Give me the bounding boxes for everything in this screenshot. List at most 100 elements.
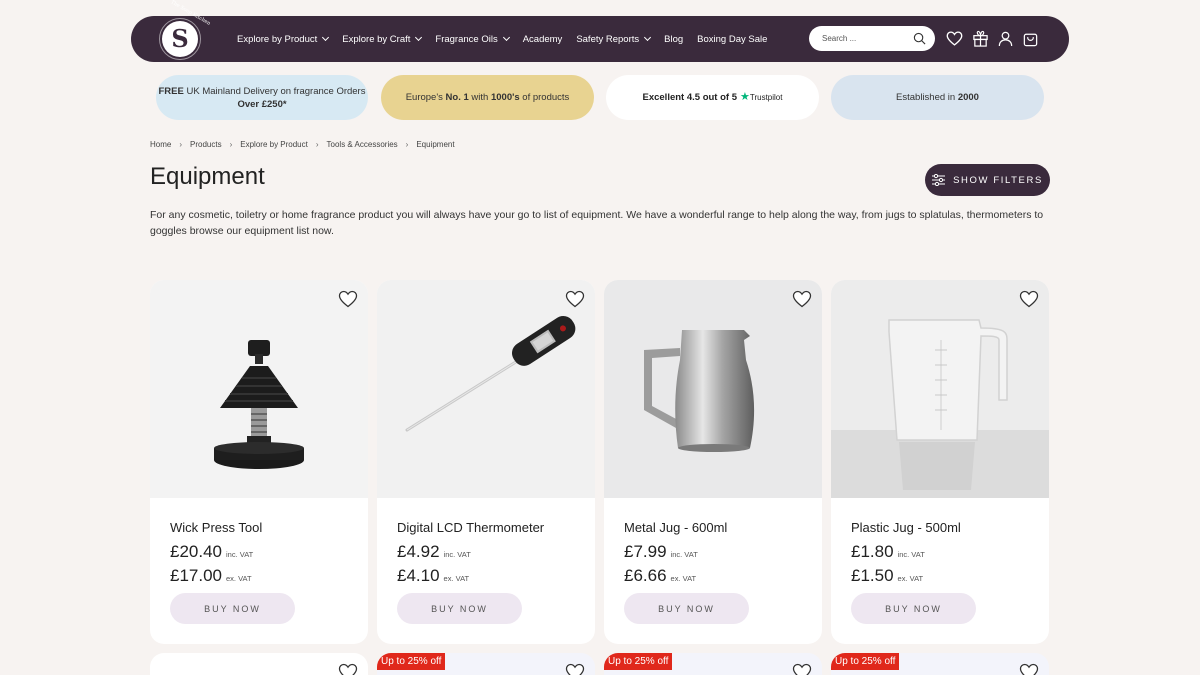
banner-text: UK Mainland Delivery on fragrance Orders [183, 85, 366, 97]
banner-bold-text: 1000's [490, 92, 520, 103]
wishlist-heart-icon[interactable] [338, 290, 358, 308]
product-name[interactable]: Metal Jug - 600ml [624, 520, 727, 535]
product-name[interactable]: Plastic Jug - 500ml [851, 520, 961, 535]
chevron-down-icon [322, 33, 330, 42]
europe-no1-banner[interactable]: Europe's No. 1 with 1000's of products [381, 75, 594, 120]
show-filters-button[interactable]: SHOW FILTERS [925, 164, 1050, 196]
wishlist-heart-icon[interactable] [1019, 290, 1039, 308]
search-input[interactable] [822, 34, 906, 43]
trustpilot-banner[interactable]: Excellent 4.5 out of 5 ★Trustpilot [606, 75, 819, 120]
breadcrumb-equipment: Equipment [416, 140, 455, 149]
product-card-partial[interactable] [150, 653, 368, 675]
price-value: £1.50 [851, 566, 894, 585]
breadcrumb-products[interactable]: Products [190, 140, 222, 149]
buy-now-button[interactable]: BUY NOW [851, 593, 976, 624]
vat-label: ex. VAT [897, 574, 924, 583]
page-title: Equipment [150, 163, 265, 190]
heart-icon[interactable] [946, 30, 963, 47]
category-description: For any cosmetic, toiletry or home fragr… [150, 209, 1044, 237]
breadcrumb: Home › Products › Explore by Product › Tool… [150, 140, 455, 149]
nav-label: Explore by Product [237, 33, 318, 45]
nav-label: Boxing Day Sale [697, 33, 768, 45]
breadcrumb-home[interactable]: Home [150, 140, 171, 149]
vat-label: inc. VAT [897, 550, 925, 559]
trustpilot-logo-text: Trustpilot [749, 93, 783, 102]
nav-explore-by-product[interactable]: Explore by Product [237, 33, 330, 45]
product-card[interactable]: Plastic Jug - 500ml £1.80 inc. VAT £1.50 e… [831, 280, 1049, 644]
user-icon[interactable] [997, 30, 1014, 47]
site-header: The Soap Kitchen S Explore by Product Ex… [131, 0, 1069, 62]
wick-press-image [214, 340, 304, 469]
metal-jug-image [644, 330, 755, 452]
price-value: £6.66 [624, 566, 667, 585]
sale-badge: Up to 25% off [604, 653, 673, 670]
breadcrumb-explore-by-product[interactable]: Explore by Product [240, 140, 308, 149]
nav-blog[interactable]: Blog [664, 34, 683, 45]
product-image[interactable] [604, 280, 822, 498]
price-inc-vat: £1.80 inc. VAT [851, 542, 925, 562]
product-card-partial[interactable]: Up to 25% off [831, 653, 1049, 675]
buy-now-button[interactable]: BUY NOW [624, 593, 749, 624]
price-value: £1.80 [851, 542, 894, 561]
site-logo[interactable]: The Soap Kitchen S [159, 0, 211, 60]
sale-badge: Up to 25% off [377, 653, 446, 670]
vat-label: inc. VAT [443, 550, 471, 559]
chevron-down-icon [415, 33, 423, 42]
wishlist-heart-icon[interactable] [792, 290, 812, 308]
established-banner[interactable]: Established in 2000 [831, 75, 1044, 120]
nav-label: Explore by Craft [342, 33, 411, 45]
price-value: £4.10 [397, 566, 440, 585]
price-value: £4.92 [397, 542, 440, 561]
search-box [809, 26, 935, 51]
wishlist-heart-icon[interactable] [565, 290, 585, 308]
wishlist-heart-icon[interactable] [1019, 663, 1039, 675]
nav-safety-reports[interactable]: Safety Reports [576, 34, 652, 45]
breadcrumb-tools-accessories[interactable]: Tools & Accessories [327, 140, 398, 149]
plastic-jug-image [831, 319, 1049, 498]
vat-label: ex. VAT [670, 574, 697, 583]
product-card-partial[interactable]: Up to 25% off [604, 653, 822, 675]
gift-icon[interactable] [972, 30, 989, 47]
vat-label: inc. VAT [226, 550, 254, 559]
logo-ring [159, 18, 201, 60]
product-image[interactable] [831, 280, 1049, 498]
price-value: £7.99 [624, 542, 667, 561]
nav-academy[interactable]: Academy [523, 34, 563, 45]
wishlist-heart-icon[interactable] [565, 663, 585, 675]
price-inc-vat: £7.99 inc. VAT [624, 542, 698, 562]
trustpilot-rating-text: Excellent 4.5 out of 5 [642, 92, 738, 103]
free-delivery-banner[interactable]: FREE UK Mainland Delivery on fragrance O… [156, 75, 368, 120]
banner-bold-text: 2000 [957, 92, 979, 103]
product-card[interactable]: Metal Jug - 600ml £7.99 inc. VAT £6.66 ex.… [604, 280, 822, 644]
product-card-partial[interactable]: Up to 25% off [377, 653, 595, 675]
nav-explore-by-craft[interactable]: Explore by Craft [342, 33, 423, 45]
wishlist-heart-icon[interactable] [338, 663, 358, 675]
breadcrumb-separator-icon: › [179, 140, 183, 149]
price-inc-vat: £20.40 inc. VAT [170, 542, 253, 562]
nav-fragrance-oils[interactable]: Fragrance Oils [435, 33, 510, 45]
price-value: £17.00 [170, 566, 222, 585]
price-ex-vat: £17.00 ex. VAT [170, 566, 252, 586]
product-card[interactable]: Wick Press Tool £20.40 inc. VAT £17.00 ex.… [150, 280, 368, 644]
banner-bold-text: Over £250* [237, 98, 287, 110]
thermometer-image [405, 316, 576, 432]
product-name[interactable]: Wick Press Tool [170, 520, 262, 535]
price-ex-vat: £1.50 ex. VAT [851, 566, 923, 586]
banner-bold-text: No. 1 [445, 92, 469, 103]
cart-icon[interactable] [1022, 30, 1039, 47]
filter-sliders-icon [932, 174, 946, 186]
search-icon[interactable] [913, 32, 926, 45]
chevron-down-icon [502, 33, 510, 42]
product-image[interactable] [377, 280, 595, 498]
wishlist-heart-icon[interactable] [792, 663, 812, 675]
nav-boxing-day-sale[interactable]: Boxing Day Sale [697, 34, 767, 45]
buy-now-button[interactable]: BUY NOW [170, 593, 295, 624]
star-icon: ★ [740, 91, 750, 103]
buy-now-button[interactable]: BUY NOW [397, 593, 522, 624]
price-ex-vat: £4.10 ex. VAT [397, 566, 469, 586]
price-inc-vat: £4.92 inc. VAT [397, 542, 471, 562]
product-name[interactable]: Digital LCD Thermometer [397, 520, 544, 535]
product-card[interactable]: Digital LCD Thermometer £4.92 inc. VAT £4… [377, 280, 595, 644]
product-image[interactable] [150, 280, 368, 498]
breadcrumb-separator-icon: › [315, 140, 319, 149]
